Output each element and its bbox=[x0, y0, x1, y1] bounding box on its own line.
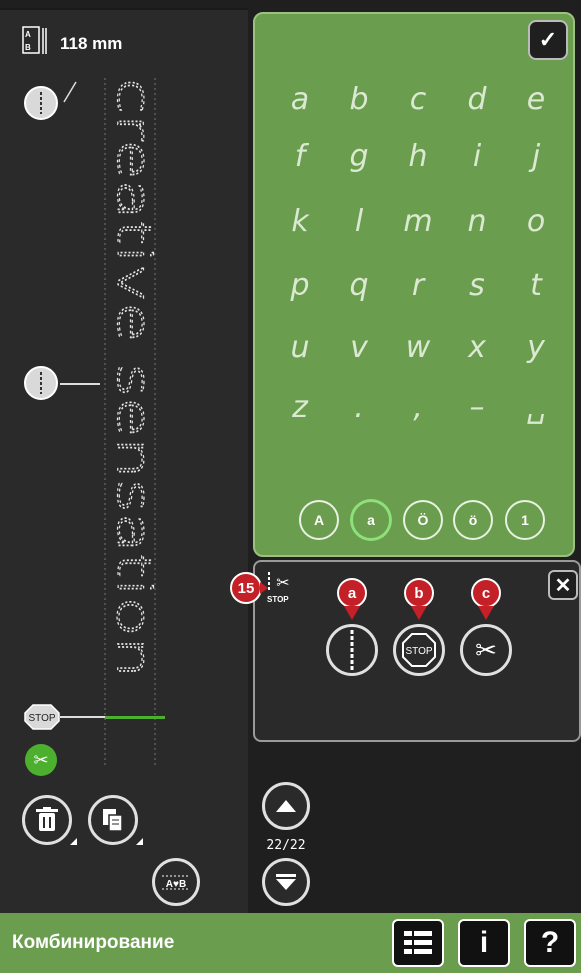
key-2-3[interactable]: n bbox=[447, 197, 507, 247]
callout-a-pointer bbox=[344, 606, 360, 620]
svg-text:✂: ✂ bbox=[276, 573, 289, 592]
arrow-to-bottom-icon bbox=[276, 874, 296, 890]
key-2-1[interactable]: l bbox=[329, 197, 389, 247]
confirm-button[interactable]: ✓ bbox=[528, 20, 568, 60]
key-0-0[interactable]: a bbox=[270, 75, 330, 125]
close-icon: ✕ bbox=[554, 574, 572, 597]
active-position-line bbox=[105, 716, 165, 719]
ab-combine-button[interactable]: A♥B bbox=[152, 858, 200, 906]
key-3-3[interactable]: s bbox=[447, 261, 507, 311]
bottom-bar: Комбинирование i ? bbox=[0, 913, 581, 973]
key-1-1[interactable]: g bbox=[329, 132, 389, 182]
app-window: A B 118 mm creative sensation STOP ✂ A♥B… bbox=[0, 0, 581, 973]
key-1-3[interactable]: i bbox=[447, 132, 507, 182]
key-4-1[interactable]: v bbox=[329, 323, 389, 373]
tie-off-button[interactable] bbox=[326, 624, 378, 676]
key-3-2[interactable]: r bbox=[388, 261, 448, 311]
page-indicator: 22/22 bbox=[266, 838, 306, 853]
key-0-4[interactable]: e bbox=[506, 75, 566, 125]
svg-text:STOP: STOP bbox=[405, 646, 432, 657]
arrow-up-icon bbox=[276, 800, 296, 812]
key-4-3[interactable]: x bbox=[447, 323, 507, 373]
menu-button[interactable] bbox=[392, 919, 444, 967]
marker-pointer-line-middle bbox=[60, 383, 100, 385]
key-2-4[interactable]: o bbox=[506, 197, 566, 247]
key-3-1[interactable]: q bbox=[329, 261, 389, 311]
key-0-3[interactable]: d bbox=[447, 75, 507, 125]
duplicate-submenu-indicator bbox=[136, 838, 143, 845]
key-1-0[interactable]: f bbox=[270, 132, 330, 182]
key-2-0[interactable]: k bbox=[270, 197, 330, 247]
case-button-0[interactable]: A bbox=[299, 500, 339, 540]
callout-c: c bbox=[471, 578, 501, 608]
stitch-marker-start[interactable] bbox=[24, 86, 58, 120]
scroll-bottom-button[interactable] bbox=[262, 858, 310, 906]
key-4-0[interactable]: u bbox=[270, 323, 330, 373]
stop-marker[interactable]: STOP bbox=[24, 704, 60, 730]
marker-pointer-line-stop bbox=[60, 716, 105, 718]
marker-pointer-line-top bbox=[62, 80, 78, 109]
delete-button[interactable] bbox=[22, 795, 72, 845]
callout-b-pointer bbox=[411, 606, 427, 620]
checkmark-icon: ✓ bbox=[538, 27, 558, 52]
key-4-4[interactable]: y bbox=[506, 323, 566, 373]
svg-text:A: A bbox=[25, 30, 31, 39]
key-1-2[interactable]: h bbox=[388, 132, 448, 182]
svg-text:STOP: STOP bbox=[267, 595, 289, 604]
svg-text:B: B bbox=[25, 43, 31, 52]
preview-text-glyphs: creative sensation bbox=[107, 78, 160, 678]
stitch-marker-middle[interactable] bbox=[24, 366, 58, 400]
help-icon: ? bbox=[540, 926, 560, 959]
scissors-icon: ✂ bbox=[475, 634, 497, 665]
stitch-length-readout: 118 mm bbox=[60, 34, 123, 53]
key-5-4[interactable]: ␣ bbox=[506, 383, 566, 433]
stop-button[interactable]: STOP bbox=[393, 624, 445, 676]
stop-icon: STOP bbox=[402, 633, 436, 667]
case-button-2[interactable]: Ö bbox=[403, 500, 443, 540]
ab-icon: A♥B bbox=[162, 875, 190, 890]
info-icon: i bbox=[479, 926, 489, 959]
scroll-up-button[interactable] bbox=[262, 782, 310, 830]
info-button[interactable]: i bbox=[458, 919, 510, 967]
tools-header-icon: ✂ STOP bbox=[265, 570, 301, 606]
mode-title: Комбинирование bbox=[12, 932, 175, 953]
key-1-4[interactable]: j bbox=[506, 132, 566, 182]
key-5-0[interactable]: z bbox=[270, 383, 330, 433]
callout-15: 15 bbox=[230, 572, 262, 604]
callout-c-pointer bbox=[478, 606, 494, 620]
stitch-preview-text: creative sensation bbox=[100, 77, 162, 768]
help-button[interactable]: ? bbox=[524, 919, 576, 967]
key-5-3[interactable]: – bbox=[447, 383, 507, 433]
list-icon bbox=[404, 931, 432, 954]
key-0-1[interactable]: b bbox=[329, 75, 389, 125]
ab-combine-icon: A B bbox=[22, 26, 48, 54]
trash-icon bbox=[36, 807, 58, 831]
svg-text:STOP: STOP bbox=[28, 713, 55, 724]
callout-15-pointer bbox=[260, 582, 268, 594]
scissors-icon: ✂ bbox=[33, 749, 49, 770]
key-0-2[interactable]: c bbox=[388, 75, 448, 125]
close-button[interactable]: ✕ bbox=[548, 570, 578, 600]
tie-off-icon bbox=[350, 630, 354, 670]
key-3-4[interactable]: t bbox=[506, 261, 566, 311]
copy-icon bbox=[103, 809, 123, 832]
case-button-1[interactable]: a bbox=[351, 500, 391, 540]
delete-submenu-indicator bbox=[70, 838, 77, 845]
key-5-2[interactable]: , bbox=[388, 383, 448, 433]
case-button-3[interactable]: ö bbox=[453, 500, 493, 540]
thread-cut-button[interactable]: ✂ bbox=[460, 624, 512, 676]
duplicate-button[interactable] bbox=[88, 795, 138, 845]
key-3-0[interactable]: p bbox=[270, 261, 330, 311]
key-5-1[interactable]: . bbox=[329, 383, 389, 433]
key-4-2[interactable]: w bbox=[388, 323, 448, 373]
callout-b: b bbox=[404, 578, 434, 608]
cut-thread-indicator[interactable]: ✂ bbox=[25, 744, 57, 776]
case-button-4[interactable]: 1 bbox=[505, 500, 545, 540]
callout-a: a bbox=[337, 578, 367, 608]
svg-text:A♥B: A♥B bbox=[166, 879, 186, 890]
key-2-2[interactable]: m bbox=[388, 197, 448, 247]
